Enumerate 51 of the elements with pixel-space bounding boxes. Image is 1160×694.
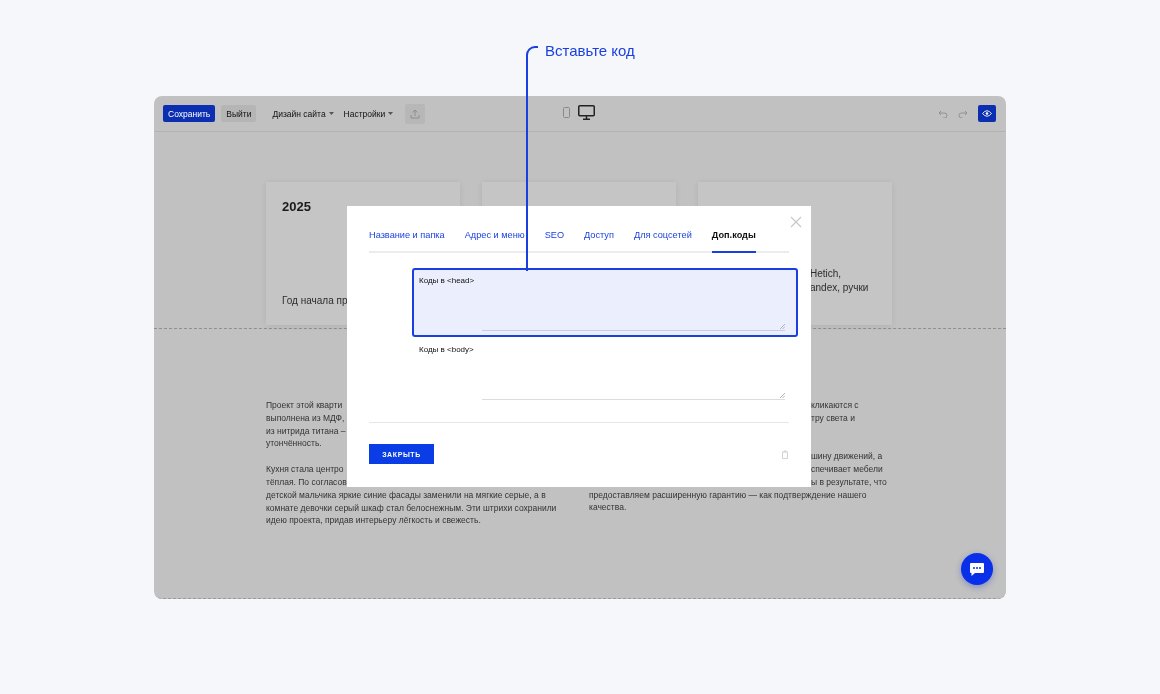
paragraph-line: ы в результате, что [811, 475, 888, 489]
paragraph-line: из нитрида титана – [266, 424, 347, 438]
card-text: Hetich, [810, 267, 843, 281]
code-field[interactable]: Коды в <body> [412, 337, 798, 406]
phone-icon[interactable] [563, 107, 570, 118]
menu-dropdown[interactable]: Дизайн сайта [272, 108, 334, 119]
desktop-icon[interactable] [578, 105, 595, 120]
field-label: Коды в <body> [419, 345, 474, 354]
preview-button[interactable] [978, 105, 996, 122]
resize-grip-icon [780, 324, 785, 329]
paragraph-line: предоставляем расширенную гарантию — как подтверждение нашего [589, 488, 868, 502]
paragraph-line: спечивает мебели [811, 463, 884, 476]
paragraph-line: тру света и [811, 411, 856, 425]
settings-tab[interactable]: SEO [544, 228, 565, 253]
eye-icon [982, 110, 992, 117]
upload-icon [410, 108, 421, 119]
settings-tab[interactable]: Для соцсетей [633, 228, 692, 253]
exit-button[interactable]: Выйти [221, 105, 257, 122]
paragraph-line: детской мальчика яркие синие фасады заменили на мягкие серые, а в [266, 488, 547, 502]
paragraph-line: выполнена из МДФ, [266, 411, 346, 425]
chat-button[interactable] [961, 553, 993, 585]
undo-icon[interactable] [938, 109, 948, 118]
settings-tab[interactable]: Название и папка [369, 228, 445, 253]
upload-button[interactable] [405, 103, 426, 124]
callout-label: Вставьте код [545, 42, 635, 59]
paragraph-line: шину движений, а [811, 450, 884, 463]
settings-tab[interactable]: Адрес и меню [464, 228, 525, 253]
card-text: andex, ручки [810, 281, 870, 295]
caret-icon [388, 112, 394, 115]
resize-grip-icon [780, 393, 785, 398]
menu-dropdown[interactable]: Настройки [343, 108, 394, 119]
settings-tab[interactable]: Доступ [584, 228, 614, 253]
trash-icon[interactable] [781, 449, 789, 459]
code-field[interactable]: Коды в <head> [412, 268, 798, 337]
paragraph-line: идею проекта, придав интерьеру лёгкость и свежесть. [266, 514, 482, 528]
chat-icon [969, 561, 985, 577]
paragraph-line: комнате девочки серый шкаф стал белоснежным. Эти штрихи сохранили [266, 501, 558, 515]
paragraph-line: кликаются с [811, 399, 860, 412]
card-title: 2025 [282, 199, 312, 214]
paragraph-line: утончённость. [266, 437, 323, 451]
field-label: Коды в <head> [419, 276, 475, 285]
paragraph-line: Кухня стала центро [266, 463, 345, 476]
card-text: Год начала пр [282, 294, 349, 308]
close-icon[interactable] [790, 216, 802, 228]
save-button[interactable]: Сохранить [163, 105, 216, 122]
settings-tab[interactable]: Доп.коды [711, 228, 756, 253]
paragraph-line: качества. [589, 501, 628, 515]
redo-icon[interactable] [958, 109, 968, 118]
caret-icon [328, 112, 334, 115]
paragraph-line: тёплая. По согласов [266, 476, 348, 489]
paragraph-line: Проект этой кварти [266, 399, 344, 412]
